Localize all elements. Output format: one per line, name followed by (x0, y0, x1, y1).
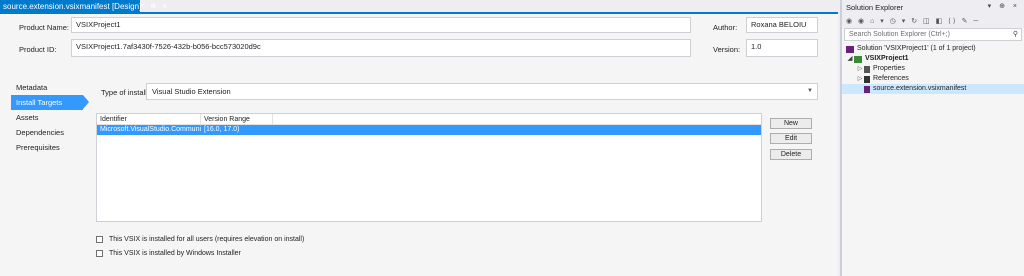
solution-explorer-title-bar: Solution Explorer ▾ ⊕ × (842, 0, 1024, 14)
wrench-icon (864, 65, 870, 73)
nav-prerequisites[interactable]: Prerequisites (11, 140, 91, 155)
table-row[interactable]: Microsoft.VisualStudio.Community [16.0, … (97, 125, 761, 135)
solution-icon (846, 45, 854, 53)
cell-identifier: Microsoft.VisualStudio.Community (100, 126, 201, 133)
version-label: Version: (713, 45, 741, 54)
windows-installer-checkbox-label: This VSIX is installed by Windows Instal… (109, 250, 241, 257)
product-id-label: Product ID: (19, 45, 57, 54)
tree-item-properties[interactable]: ▷ Properties (842, 64, 1024, 74)
author-field[interactable]: Roxana BELOIU (746, 17, 818, 33)
product-name-field[interactable]: VSIXProject1 (71, 17, 691, 33)
collapse-icon[interactable]: ◢ (846, 54, 854, 64)
version-field[interactable]: 1.0 (746, 39, 818, 57)
new-button[interactable]: New (770, 118, 812, 129)
install-type-value: Visual Studio Extension (152, 87, 231, 96)
pin-icon[interactable]: ⊕ (150, 2, 156, 10)
column-header-version-range[interactable]: Version Range (201, 114, 273, 124)
edit-button[interactable]: Edit (770, 133, 812, 144)
tree-item-label: Solution 'VSIXProject1' (1 of 1 project) (857, 45, 976, 52)
product-name-label: Product Name: (19, 23, 70, 32)
document-tab-strip: source.extension.vsixmanifest [Design]* … (0, 0, 838, 14)
solution-explorer-search-input[interactable]: Search Solution Explorer (Ctrl+;) ⚲ (844, 28, 1022, 41)
manifest-designer: Product Name: VSIXProject1 Product ID: V… (0, 14, 838, 276)
tab-manifest-design[interactable]: source.extension.vsixmanifest [Design]* … (0, 0, 167, 12)
tree-item-label: source.extension.vsixmanifest (873, 85, 967, 92)
close-icon[interactable]: × (162, 2, 167, 11)
solution-explorer-title: Solution Explorer (846, 2, 904, 12)
tree-item-label: Properties (873, 65, 905, 72)
solution-explorer-toolbar[interactable]: ◉ ◉ ⌂ ▾ ◷ ▾ ↻ ◫ ◧ ⟨⟩ ✎ ─ (842, 14, 1024, 28)
csharp-project-icon (854, 55, 862, 63)
search-icon[interactable]: ⚲ (1013, 30, 1018, 38)
tree-item-manifest[interactable]: source.extension.vsixmanifest (842, 84, 1024, 94)
tab-label: source.extension.vsixmanifest [Design]* (3, 1, 145, 11)
all-users-checkbox-label: This VSIX is installed for all users (re… (109, 236, 305, 243)
panel-window-icons[interactable]: ▾ ⊕ × (988, 2, 1020, 10)
references-icon (864, 75, 870, 83)
nav-assets[interactable]: Assets (11, 110, 91, 125)
expand-icon[interactable]: ▷ (856, 74, 864, 84)
nav-metadata[interactable]: Metadata (11, 80, 91, 95)
designer-side-nav: Metadata Install Targets Assets Dependen… (11, 80, 91, 155)
table-header: Identifier Version Range (97, 114, 761, 125)
all-users-checkbox-row[interactable]: This VSIX is installed for all users (re… (96, 236, 304, 243)
delete-button[interactable]: Delete (770, 149, 812, 160)
tree-item-solution[interactable]: Solution 'VSIXProject1' (1 of 1 project) (842, 44, 1024, 54)
author-label: Author: (713, 23, 738, 32)
windows-installer-checkbox[interactable] (96, 250, 103, 257)
nav-dependencies[interactable]: Dependencies (11, 125, 91, 140)
vsix-manifest-icon (864, 85, 870, 93)
windows-installer-checkbox-row[interactable]: This VSIX is installed by Windows Instal… (96, 250, 241, 257)
all-users-checkbox[interactable] (96, 236, 103, 243)
chevron-down-icon: ▼ (807, 88, 813, 94)
install-type-select[interactable]: Visual Studio Extension ▼ (146, 83, 818, 100)
search-placeholder: Search Solution Explorer (Ctrl+;) (849, 31, 950, 38)
expand-icon[interactable]: ▷ (856, 64, 864, 74)
solution-tree: Solution 'VSIXProject1' (1 of 1 project)… (842, 44, 1024, 94)
install-targets-table: Identifier Version Range Microsoft.Visua… (96, 113, 762, 222)
install-type-label: Type of install: (101, 88, 149, 97)
cell-version-range: [16.0, 17.0) (204, 126, 240, 133)
column-header-identifier[interactable]: Identifier (97, 114, 201, 124)
solution-explorer-panel: Solution Explorer ▾ ⊕ × ◉ ◉ ⌂ ▾ ◷ ▾ ↻ ◫ … (840, 0, 1024, 276)
tree-item-project[interactable]: ◢ VSIXProject1 (842, 54, 1024, 64)
tree-item-label: References (873, 75, 909, 82)
tree-item-references[interactable]: ▷ References (842, 74, 1024, 84)
tree-item-label: VSIXProject1 (865, 55, 909, 62)
product-id-field[interactable]: VSIXProject1.7af3430f-7526-432b-b056-bcc… (71, 39, 691, 57)
nav-install-targets[interactable]: Install Targets (11, 95, 89, 110)
